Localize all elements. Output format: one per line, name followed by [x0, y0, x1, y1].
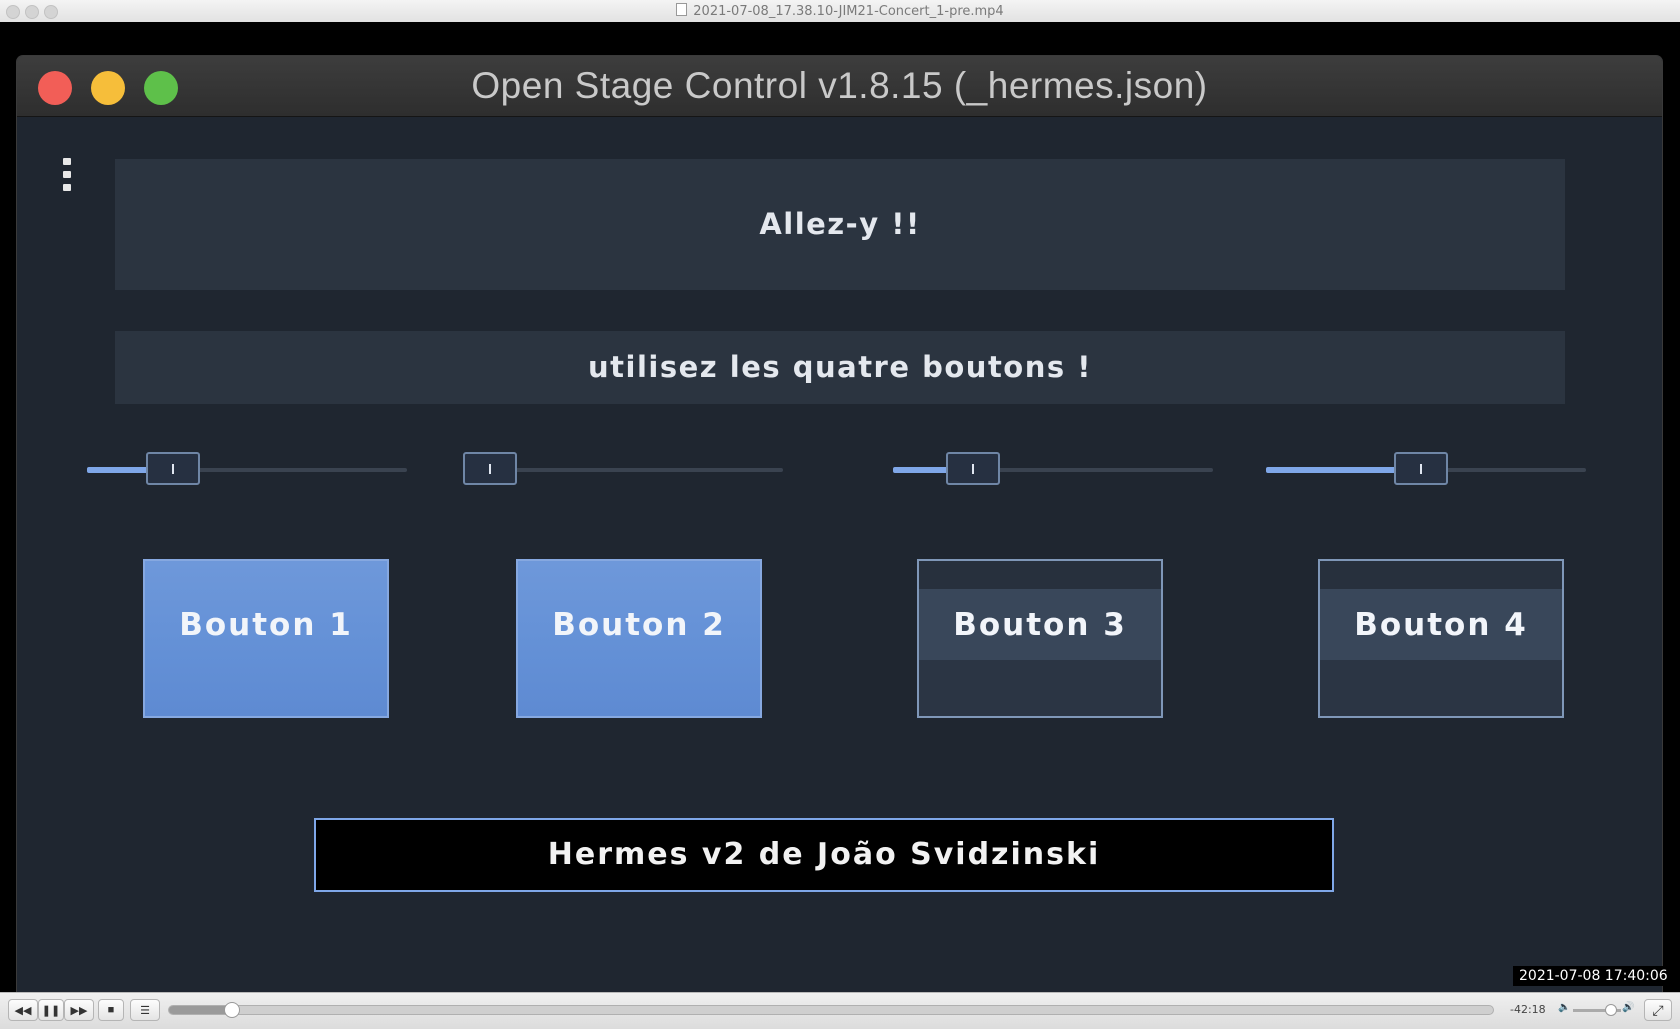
- seek-played: [169, 1006, 232, 1014]
- credit-label: Hermes v2 de João Svidzinski: [314, 818, 1334, 892]
- stop-button[interactable]: ■: [98, 999, 124, 1021]
- video-timestamp: 2021-07-08 17:40:06: [1513, 966, 1674, 986]
- seek-knob[interactable]: [224, 1002, 241, 1018]
- player-window-title: 2021-07-08_17.38.10-JIM21-Concert_1-pre.…: [0, 3, 1680, 19]
- fader-1[interactable]: [87, 450, 407, 490]
- seek-bar[interactable]: [168, 1002, 1494, 1018]
- osc-titlebar: Open Stage Control v1.8.15 (_hermes.json…: [17, 56, 1662, 117]
- video-area[interactable]: Open Stage Control v1.8.15 (_hermes.json…: [0, 22, 1680, 996]
- fader-4[interactable]: [1266, 450, 1586, 490]
- fader-handle[interactable]: [145, 452, 200, 485]
- volume-low-icon[interactable]: 🔈: [1558, 1002, 1570, 1013]
- volume-knob[interactable]: [1605, 1004, 1618, 1016]
- rewind-button[interactable]: ◀◀: [8, 999, 38, 1021]
- player-titlebar: 2021-07-08_17.38.10-JIM21-Concert_1-pre.…: [0, 0, 1680, 23]
- menu-icon[interactable]: [60, 158, 74, 192]
- playlist-button[interactable]: ☰: [130, 999, 160, 1021]
- bouton-3-button[interactable]: Bouton 3: [917, 559, 1163, 718]
- fader-handle[interactable]: [946, 452, 1001, 485]
- fast-forward-button[interactable]: ▶▶: [64, 999, 94, 1021]
- bouton-2-button[interactable]: Bouton 2: [516, 559, 762, 718]
- fader-3[interactable]: [893, 450, 1213, 490]
- fader-2[interactable]: [463, 450, 783, 490]
- volume-slider[interactable]: [1573, 1004, 1621, 1016]
- fader-handle[interactable]: [1393, 452, 1448, 485]
- player-file-name: 2021-07-08_17.38.10-JIM21-Concert_1-pre.…: [693, 4, 1004, 19]
- panel-allez-y: Allez-y !!: [115, 159, 1565, 290]
- video-file-icon: [676, 3, 688, 16]
- remaining-time: -42:18: [1510, 1003, 1546, 1016]
- osc-window-title: Open Stage Control v1.8.15 (_hermes.json…: [471, 65, 1208, 106]
- fader-handle[interactable]: [463, 452, 517, 485]
- osc-window: Open Stage Control v1.8.15 (_hermes.json…: [17, 56, 1662, 996]
- player-controlbar: ◀◀ ❚❚ ▶▶ ■ ☰ -42:18 🔈 🔊 ⤢: [0, 992, 1680, 1029]
- pause-button[interactable]: ❚❚: [38, 999, 64, 1021]
- fullscreen-button[interactable]: ⤢: [1644, 999, 1672, 1021]
- volume-high-icon[interactable]: 🔊: [1622, 1002, 1634, 1013]
- bouton-1-button[interactable]: Bouton 1: [143, 559, 389, 718]
- panel-instruction: utilisez les quatre boutons !: [115, 331, 1565, 404]
- bouton-4-button[interactable]: Bouton 4: [1318, 559, 1564, 718]
